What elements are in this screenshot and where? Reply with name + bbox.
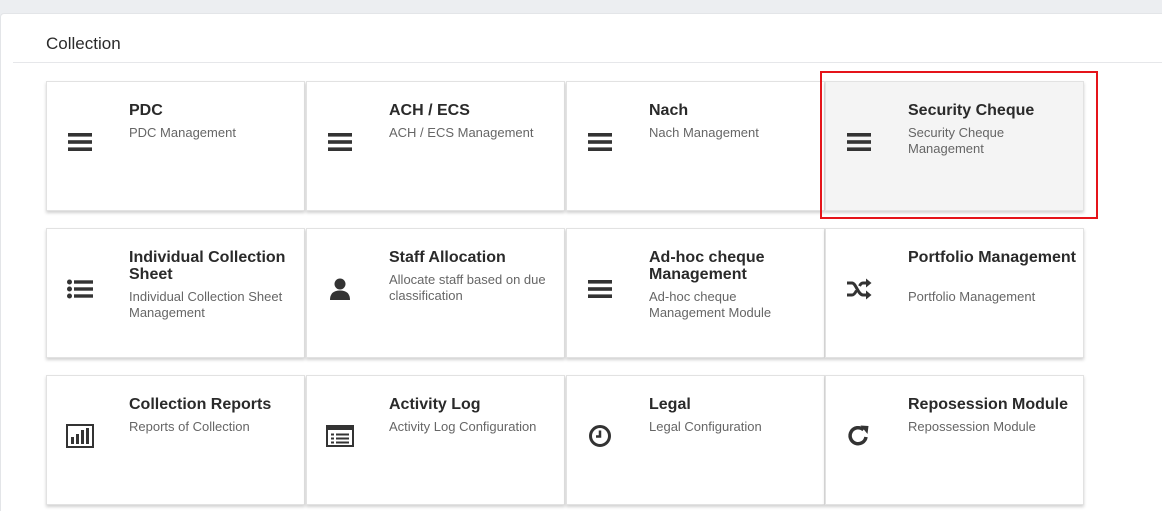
card-description: Portfolio Management xyxy=(908,289,1036,304)
card-title: PDC xyxy=(129,102,163,119)
card-pdc[interactable]: PDC PDC Management xyxy=(46,81,305,211)
shuffle-icon xyxy=(845,275,873,303)
card-description: Activity Log Configuration xyxy=(389,419,537,434)
card-title: Individual Collection Sheet xyxy=(129,249,286,283)
card-title: Legal xyxy=(649,396,691,413)
refresh-icon xyxy=(845,422,873,450)
card-description: PDC Management xyxy=(129,125,236,140)
list-icon xyxy=(66,275,94,303)
card-ad-hoc-cheque-management[interactable]: Ad-hoc cheque Management Ad-hoc cheque M… xyxy=(566,228,825,358)
bars-icon xyxy=(845,128,873,156)
page-title: Collection xyxy=(46,34,121,53)
card-security-cheque[interactable]: Security Cheque Security Cheque Manageme… xyxy=(825,81,1084,211)
card-individual-collection-sheet[interactable]: Individual Collection Sheet Individual C… xyxy=(46,228,305,358)
card-reposession-module[interactable]: Reposession Module Repossession Module xyxy=(825,375,1084,505)
user-icon xyxy=(326,275,354,303)
bars-icon xyxy=(326,128,354,156)
clock-icon xyxy=(586,422,614,450)
card-staff-allocation[interactable]: Staff Allocation Allocate staff based on… xyxy=(306,228,565,358)
card-description: Reports of Collection xyxy=(129,419,250,434)
card-description: Repossession Module xyxy=(908,419,1036,434)
card-ach-ecs[interactable]: ACH / ECS ACH / ECS Management xyxy=(306,81,565,211)
card-title: Nach xyxy=(649,102,689,119)
bars-icon xyxy=(586,275,614,303)
card-title: Portfolio Management xyxy=(908,249,1077,266)
card-description: Ad-hoc cheque Management Module xyxy=(649,289,772,320)
card-description: Allocate staff based on due classificati… xyxy=(389,272,546,303)
card-description: Security Cheque Management xyxy=(908,125,1005,156)
card-title: Reposession Module xyxy=(908,396,1069,413)
card-collection-reports[interactable]: Collection Reports Reports of Collection xyxy=(46,375,305,505)
card-activity-log[interactable]: Activity Log Activity Log Configuration xyxy=(306,375,565,505)
card-title: Staff Allocation xyxy=(389,249,506,266)
card-title: Collection Reports xyxy=(129,396,272,413)
list-alt-icon xyxy=(326,422,354,450)
card-portfolio-management[interactable]: Portfolio Management Portfolio Managemen… xyxy=(825,228,1084,358)
card-description: Nach Management xyxy=(649,125,759,140)
bars-icon xyxy=(66,128,94,156)
card-legal[interactable]: Legal Legal Configuration xyxy=(566,375,825,505)
divider xyxy=(13,62,1162,63)
card-description: Legal Configuration xyxy=(649,419,762,434)
bar-chart-icon xyxy=(66,422,94,450)
card-title: Security Cheque xyxy=(908,102,1035,119)
bars-icon xyxy=(586,128,614,156)
card-description: Individual Collection Sheet Management xyxy=(129,289,283,320)
card-title: Activity Log xyxy=(389,396,481,413)
card-title: ACH / ECS xyxy=(389,102,470,119)
card-title: Ad-hoc cheque Management xyxy=(649,249,765,283)
card-nach[interactable]: Nach Nach Management xyxy=(566,81,825,211)
card-description: ACH / ECS Management xyxy=(389,125,534,140)
